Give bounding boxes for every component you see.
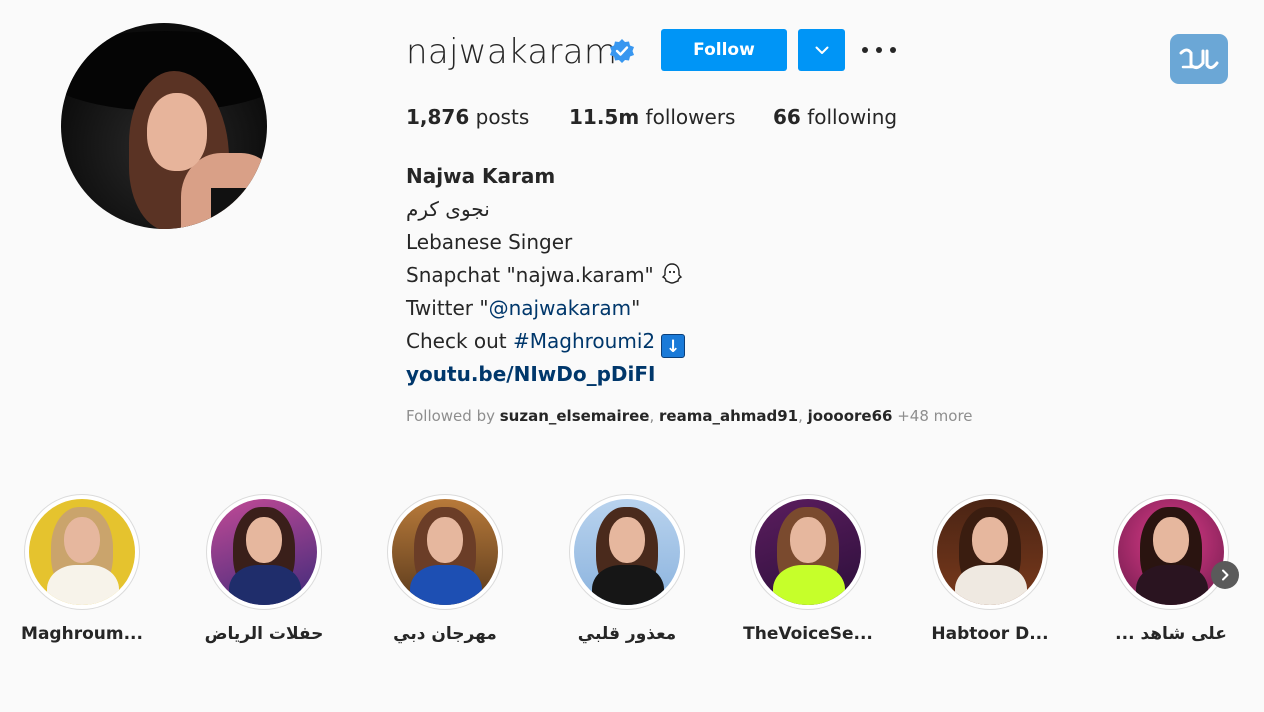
profile-avatar[interactable] <box>61 23 267 229</box>
more-dot-icon <box>862 47 868 53</box>
highlight-label: Maghroum... <box>21 624 143 644</box>
story-highlight[interactable]: حفلات الرياض <box>184 494 344 644</box>
highlight-label: TheVoiceSe... <box>743 624 873 644</box>
verified-badge-icon <box>610 39 634 63</box>
chevron-down-icon <box>815 46 828 54</box>
highlight-label: ... على شاهد <box>1115 624 1227 644</box>
highlight-label: Habtoor D... <box>931 624 1049 644</box>
followed-by-text[interactable]: Followed by suzan_elsemairee, reama_ahma… <box>406 407 973 425</box>
more-dot-icon <box>876 47 882 53</box>
highlights-next-button[interactable] <box>1211 561 1239 589</box>
bio-check-out: Check out #Maghroumi2 ↓ <box>406 325 686 358</box>
bio-twitter: Twitter "@najwakaram" <box>406 296 641 320</box>
highlight-cover <box>574 499 680 605</box>
posts-count: 1,876 posts <box>406 105 530 129</box>
bio-website-link[interactable]: youtu.be/NIwDo_pDiFI <box>406 358 685 391</box>
highlight-cover <box>937 499 1043 605</box>
suggested-dropdown-button[interactable] <box>798 29 845 71</box>
highlight-label: معذور قلبي <box>577 624 677 644</box>
profile-full-name: Najwa Karam <box>406 164 556 188</box>
bio-arabic-name: نجوى كرم <box>406 197 490 221</box>
chevron-right-icon <box>1222 569 1229 581</box>
story-highlight[interactable]: معذور قلبي <box>547 494 707 644</box>
highlight-cover <box>392 499 498 605</box>
more-dot-icon <box>890 47 896 53</box>
ghost-icon <box>661 263 682 284</box>
bio-snapchat: Snapchat "najwa.karam" <box>406 259 685 292</box>
story-highlight[interactable]: Habtoor D... <box>910 494 1070 644</box>
highlight-cover <box>1118 499 1224 605</box>
story-highlight[interactable]: مهرجان دبي <box>365 494 525 644</box>
follow-button[interactable]: Follow <box>661 29 787 71</box>
follower-username: suzan_elsemairee <box>499 407 650 425</box>
highlight-label: حفلات الرياض <box>204 624 324 644</box>
down-arrow-icon: ↓ <box>661 334 686 358</box>
follower-username: reama_ahmad91 <box>659 407 799 425</box>
following-link[interactable]: 66 following <box>773 105 897 129</box>
followers-link[interactable]: 11.5m followers <box>569 105 735 129</box>
bio-title: Lebanese Singer <box>406 230 573 254</box>
highlight-label: مهرجان دبي <box>393 624 497 644</box>
highlight-cover <box>29 499 135 605</box>
profile-username: najwakaram <box>406 32 618 72</box>
hashtag-link[interactable]: #Maghroumi2 <box>513 329 655 353</box>
story-highlight[interactable]: Maghroum... <box>2 494 162 644</box>
twitter-handle-link[interactable]: @najwakaram <box>489 296 632 320</box>
highlight-cover <box>755 499 861 605</box>
profile-bio: Najwa Karam نجوى كرم Lebanese Singer Sna… <box>406 160 686 391</box>
logo-glyph-icon <box>1179 48 1219 70</box>
more-options-button[interactable] <box>862 37 896 63</box>
highlight-cover <box>211 499 317 605</box>
story-highlight[interactable]: TheVoiceSe... <box>728 494 888 644</box>
follower-username: joooore66 <box>807 407 893 425</box>
site-logo <box>1170 34 1228 84</box>
